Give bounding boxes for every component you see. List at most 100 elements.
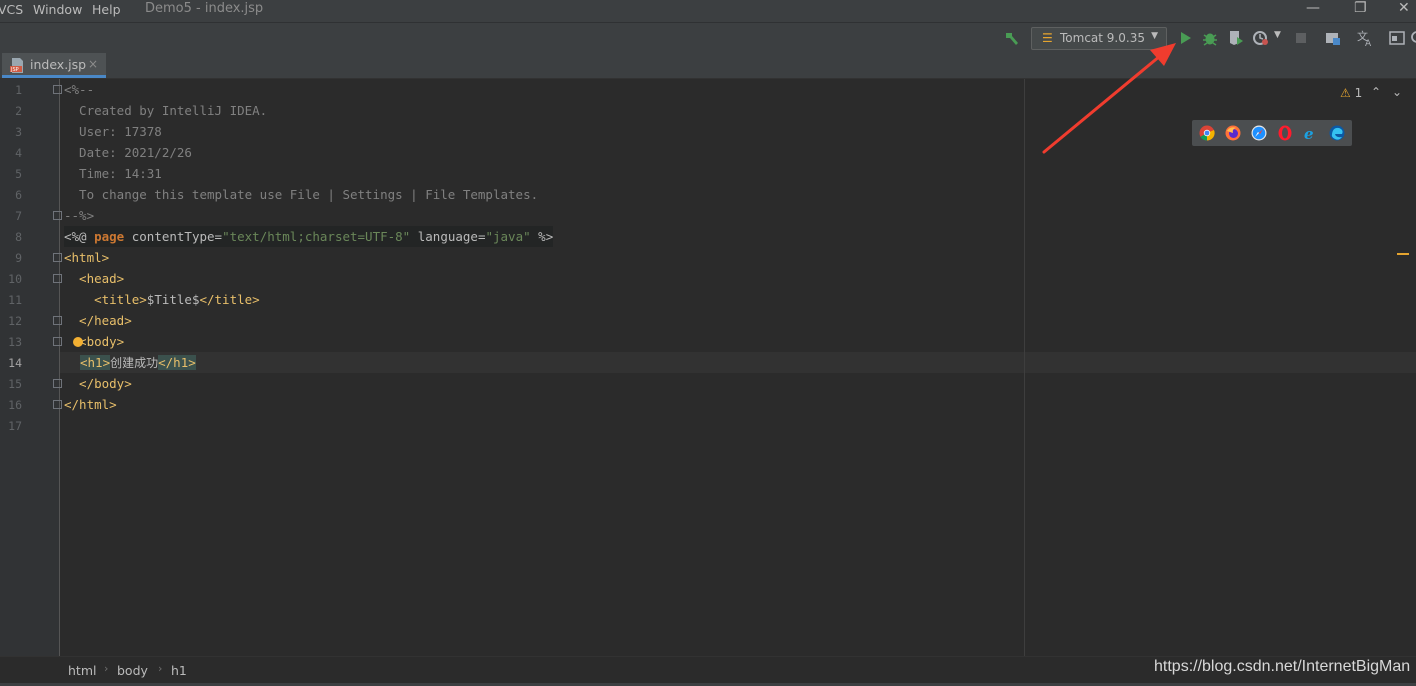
code-line-3: User: 17378 — [64, 121, 162, 142]
browser-popup: e — [1192, 120, 1352, 146]
attr-name: contentType= — [124, 229, 223, 244]
fold-marker-icon[interactable] — [53, 379, 62, 388]
run-config-select[interactable]: ☰ Tomcat 9.0.35 ▼ — [1031, 27, 1167, 50]
search-icon[interactable] — [1410, 29, 1416, 47]
firefox-icon[interactable] — [1225, 125, 1241, 141]
breadcrumb-item-html[interactable]: html — [68, 663, 96, 678]
comment-text: User: 17378 — [64, 124, 162, 139]
line-number: 3 — [15, 125, 22, 139]
line-number: 10 — [8, 272, 22, 286]
svg-text:JSP: JSP — [10, 67, 19, 73]
edge-icon[interactable] — [1329, 125, 1345, 141]
tomcat-icon: ☰ — [1042, 31, 1053, 45]
code-line-11: <title>$Title$</title> — [64, 289, 260, 310]
line-number: 7 — [15, 209, 22, 223]
minimize-icon[interactable]: — — [1306, 0, 1320, 16]
fold-marker-icon[interactable] — [53, 211, 62, 220]
coverage-icon[interactable] — [1227, 29, 1245, 47]
comment-text: To change this template use File | Setti… — [64, 187, 539, 202]
run-icon[interactable] — [1176, 29, 1194, 47]
line-number: 9 — [15, 251, 22, 265]
menu-vcs[interactable]: VCS — [0, 2, 23, 17]
fold-marker-icon[interactable] — [53, 316, 62, 325]
attr-name: language= — [410, 229, 486, 244]
code-line-10: <head> — [64, 268, 124, 289]
watermark: https://blog.csdn.net/InternetBigMan — [1154, 658, 1411, 675]
terminal-icon[interactable] — [1388, 29, 1406, 47]
code-editor[interactable]: <%-- Created by IntelliJ IDEA. User: 173… — [64, 79, 1024, 656]
code-line-15: </body> — [64, 373, 132, 394]
editor-tab-bar: JSP index.jsp × — [0, 53, 1416, 79]
directive-open: <%@ — [64, 229, 95, 244]
window-title: Demo5 - index.jsp — [145, 1, 264, 16]
close-window-icon[interactable]: ✕ — [1398, 0, 1410, 16]
tab-index-jsp[interactable]: JSP index.jsp × — [2, 53, 106, 78]
line-number: 16 — [8, 398, 22, 412]
tag-text: <head> — [64, 271, 125, 286]
line-number: 13 — [8, 335, 22, 349]
tag-text: </h1> — [158, 355, 196, 370]
build-icon[interactable] — [1003, 29, 1021, 47]
warning-icon: ⚠ — [1340, 86, 1351, 100]
fold-marker-icon[interactable] — [53, 85, 62, 94]
tag-text: <title> — [64, 292, 147, 307]
run-config-label: Tomcat 9.0.35 — [1060, 31, 1145, 45]
menu-help[interactable]: Help — [92, 2, 121, 17]
tag-text: <h1> — [80, 355, 111, 370]
code-line-7: --%> — [64, 205, 94, 226]
fold-marker-icon[interactable] — [53, 337, 62, 346]
code-line-4: Date: 2021/2/26 — [64, 142, 192, 163]
stop-icon[interactable] — [1292, 29, 1310, 47]
warning-count: 1 — [1354, 86, 1363, 100]
line-number: 15 — [8, 377, 22, 391]
opera-icon[interactable] — [1277, 125, 1293, 141]
restore-icon[interactable]: ❐ — [1354, 0, 1367, 16]
fold-marker-icon[interactable] — [53, 274, 62, 283]
comment-text: Time: 14:31 — [64, 166, 162, 181]
fold-marker-icon[interactable] — [53, 400, 62, 409]
fold-marker-icon[interactable] — [53, 253, 62, 262]
right-margin-guide — [1024, 79, 1025, 656]
prev-highlight-icon[interactable]: ⌃ — [1371, 85, 1381, 99]
safari-icon[interactable] — [1251, 125, 1267, 141]
code-line-9: <html> — [64, 247, 109, 268]
attr-value: "text/html;charset=UTF-8" — [222, 229, 411, 244]
profile-icon[interactable] — [1252, 29, 1270, 47]
svg-text:A: A — [1365, 39, 1372, 47]
comment-text: <%-- — [64, 82, 95, 97]
comment-text: --%> — [64, 208, 95, 223]
main-toolbar: ☰ Tomcat 9.0.35 ▼ ▼ 文 A — [0, 22, 1416, 54]
profile-dropdown-icon[interactable]: ▼ — [1274, 30, 1281, 40]
project-structure-icon[interactable] — [1324, 29, 1342, 47]
inspection-widget[interactable]: ⚠ 1 — [1340, 86, 1362, 100]
code-line-5: Time: 14:31 — [64, 163, 162, 184]
line-number: 12 — [8, 314, 22, 328]
code-line-2: Created by IntelliJ IDEA. — [64, 100, 267, 121]
ie-icon[interactable]: e — [1303, 125, 1319, 141]
menu-window[interactable]: Window — [33, 2, 82, 17]
translate-icon[interactable]: 文 A — [1356, 29, 1374, 47]
chrome-icon[interactable] — [1199, 125, 1215, 141]
comment-text: Date: 2021/2/26 — [64, 145, 192, 160]
directive-keyword: page — [94, 229, 125, 244]
tab-label: index.jsp — [30, 57, 87, 72]
chevron-right-icon: › — [104, 662, 109, 675]
breadcrumb-item-body[interactable]: body — [117, 663, 148, 678]
attr-value: "java" — [485, 229, 531, 244]
tag-text: </body> — [64, 376, 132, 391]
code-line-14: <h1>创建成功</h1> — [80, 352, 196, 373]
intention-bulb-icon[interactable] — [73, 337, 83, 347]
svg-text:e: e — [1304, 125, 1314, 141]
next-highlight-icon[interactable]: ⌄ — [1392, 85, 1402, 99]
code-line-12: </head> — [64, 310, 132, 331]
tag-text: </html> — [64, 397, 117, 412]
breadcrumb-item-h1[interactable]: h1 — [171, 663, 187, 678]
chevron-down-icon: ▼ — [1151, 31, 1158, 41]
tag-text: <html> — [64, 250, 110, 265]
line-number: 6 — [15, 188, 22, 202]
line-number: 11 — [8, 293, 22, 307]
error-stripe-mark[interactable] — [1397, 253, 1409, 255]
directive-close: %> — [530, 229, 554, 244]
debug-icon[interactable] — [1201, 29, 1219, 47]
close-icon[interactable]: × — [88, 57, 98, 71]
